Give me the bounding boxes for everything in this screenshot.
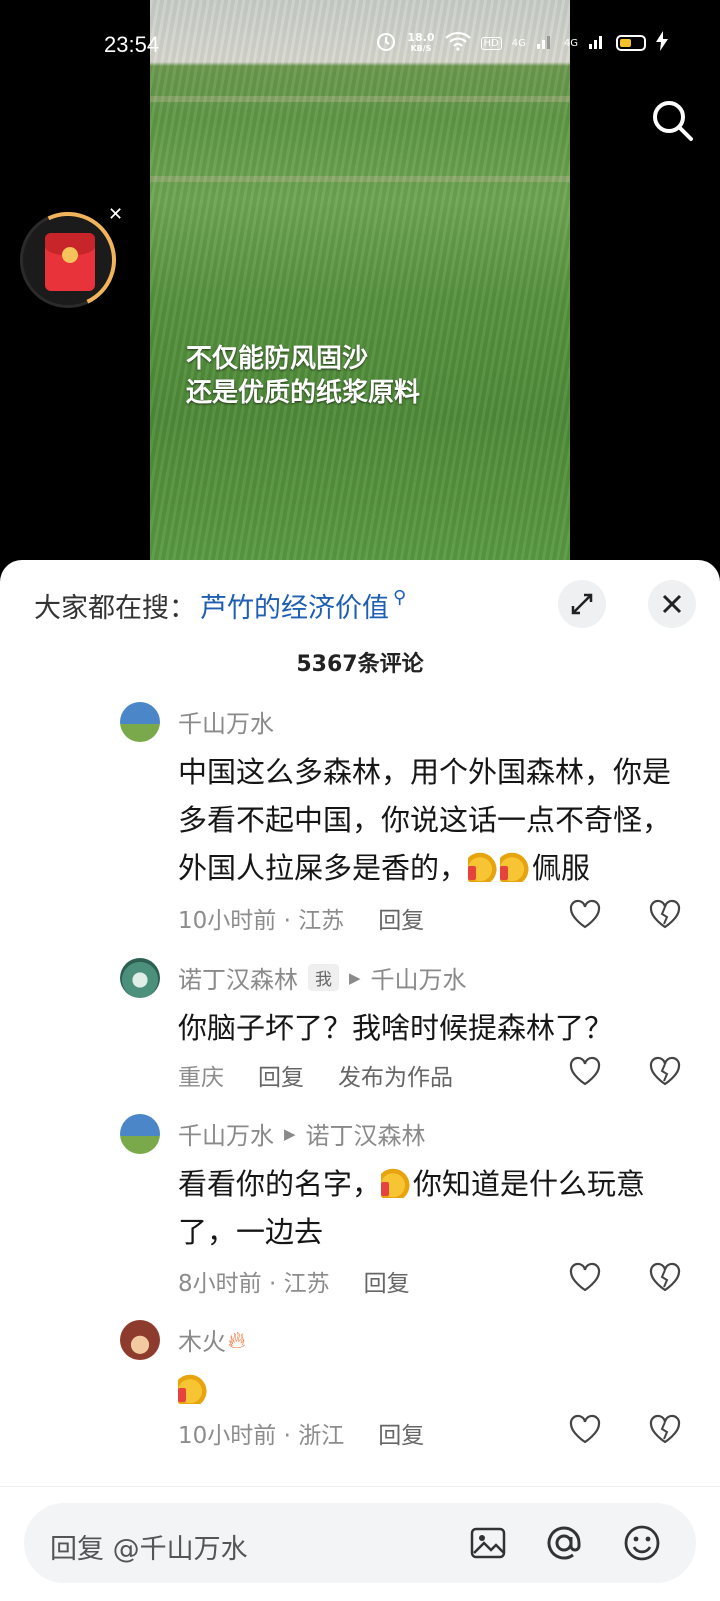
fire-icon: 🔥︎ (228, 1325, 246, 1354)
battery-icon (616, 35, 646, 51)
comment-meta: 10小时前 · 浙江 回复 (178, 1416, 424, 1450)
comment-text-part: 佩服 (532, 851, 591, 885)
broken-heart-icon[interactable] (648, 1261, 682, 1293)
reply-arrow-icon: ▶ (349, 968, 361, 987)
comment-username[interactable]: 千山万水 (178, 704, 274, 739)
heart-icon[interactable] (568, 1261, 602, 1293)
trending-term[interactable]: 芦竹的经济价值 (200, 586, 389, 625)
status-icons: 18.0 KB/S HD 4G 4G (375, 30, 668, 56)
thumbs-up-icon (500, 850, 531, 882)
image-icon[interactable] (468, 1523, 508, 1563)
reply-button[interactable]: 回复 (378, 901, 424, 935)
avatar[interactable] (120, 958, 160, 998)
trending-search[interactable]: 大家都在搜： 芦竹的经济价值 ⚲ (34, 586, 406, 625)
comment-text: 中国这么多森林，用个外国森林，你是多看不起中国，你说这话一点不奇怪，外国人拉屎多… (178, 748, 698, 892)
search-button[interactable] (650, 98, 696, 144)
comment-count: 5367条评论 (296, 652, 424, 677)
avatar[interactable] (120, 1114, 160, 1154)
wifi-icon (444, 31, 471, 55)
at-icon[interactable] (544, 1523, 584, 1563)
net-speed: 18.0 KB/S (407, 32, 434, 54)
alarm-icon (375, 30, 397, 56)
heart-icon[interactable] (568, 1413, 602, 1445)
comment-username[interactable]: 千山万水 ▶ 诺丁汉森林 (178, 1116, 426, 1151)
username-text: 诺丁汉森林 (178, 966, 298, 994)
caption-line-1: 不仅能防风固沙 (186, 344, 369, 374)
username-text: 木火 (178, 1328, 226, 1356)
close-icon (662, 594, 682, 614)
reply-placeholder: 回复 @千山万水 (50, 1534, 248, 1565)
reply-button[interactable]: 回复 (258, 1058, 304, 1092)
status-time: 23:54 (104, 32, 160, 57)
expand-icon (571, 593, 593, 615)
broken-heart-icon[interactable] (648, 1413, 682, 1445)
close-button[interactable] (648, 580, 696, 628)
comment-text (178, 1366, 698, 1414)
expand-button[interactable] (558, 580, 606, 628)
net-speed-unit: KB/S (410, 44, 432, 53)
heart-icon[interactable] (568, 1055, 602, 1087)
username-text: 千山万水 (178, 1122, 274, 1150)
close-icon[interactable]: ✕ (108, 204, 123, 225)
thumbs-up-icon (468, 850, 499, 882)
reply-bar: 回复 @千山万水 (0, 1486, 720, 1601)
reply-button[interactable]: 回复 (378, 1416, 424, 1450)
reply-to-username[interactable]: 诺丁汉森林 (306, 1116, 426, 1151)
comment-text-part: 中国这么多森林，用个外国森林，你是多看不起中国，你说这话一点不奇怪，外国人拉屎多… (178, 755, 672, 885)
comment-text-part: 看看你的名字， (178, 1167, 382, 1201)
video-caption: 不仅能防风固沙 还是优质的纸浆原料 (186, 342, 420, 410)
red-envelope-widget[interactable] (6, 198, 130, 322)
username-text: 千山万水 (178, 710, 274, 738)
avatar[interactable] (120, 1320, 160, 1360)
comment-text: 看看你的名字， 你知道是什么玩意了，一边去 (178, 1160, 698, 1256)
caption-line-2: 还是优质的纸浆原料 (186, 378, 421, 408)
comment-time-location: 8小时前 · 江苏 (178, 1271, 330, 1297)
search-icon: ⚲ (393, 587, 407, 608)
comment-text: 你脑子坏了？我啥时候提森林了？ (178, 1011, 614, 1045)
net-speed-value: 18.0 (407, 31, 435, 44)
thumbs-up-icon (178, 1372, 208, 1404)
signal-icon (536, 32, 554, 54)
comment-meta: 重庆 回复 发布为作品 (178, 1058, 453, 1092)
hd-badge: HD (480, 36, 502, 50)
comment-username[interactable]: 诺丁汉森林 我 ▶ 千山万水 (178, 960, 467, 995)
reply-button[interactable]: 回复 (364, 1264, 410, 1298)
thumbs-up-icon (381, 1166, 412, 1198)
publish-as-work-button[interactable]: 发布为作品 (338, 1058, 453, 1092)
red-envelope-icon (45, 233, 95, 291)
charging-icon (656, 31, 668, 55)
comment-meta: 10小时前 · 江苏 回复 (178, 901, 424, 935)
comment-location: 重庆 (178, 1065, 224, 1091)
comment-username[interactable]: 木火 🔥︎ (178, 1322, 246, 1357)
broken-heart-icon[interactable] (648, 1055, 682, 1087)
signal-icon (588, 32, 606, 54)
reply-input[interactable]: 回复 @千山万水 (24, 1503, 696, 1583)
broken-heart-icon[interactable] (648, 898, 682, 930)
emoji-icon[interactable] (622, 1523, 662, 1563)
status-bar: 23:54 18.0 KB/S HD 4G 4G (0, 0, 720, 90)
me-badge: 我 (308, 964, 339, 991)
reply-to-username[interactable]: 千山万水 (371, 960, 467, 995)
heart-icon[interactable] (568, 898, 602, 930)
comment-sheet: 大家都在搜： 芦竹的经济价值 ⚲ 5367条评论 千山万水 中国这么多森林，用个… (0, 560, 720, 1600)
comment-meta: 8小时前 · 江苏 回复 (178, 1264, 410, 1298)
reply-arrow-icon: ▶ (284, 1124, 296, 1143)
trending-prefix: 大家都在搜： (34, 593, 196, 624)
comment-time-location: 10小时前 · 江苏 (178, 908, 345, 934)
avatar[interactable] (120, 702, 160, 742)
search-icon (653, 101, 693, 141)
signal-label-2: 4G (563, 37, 578, 49)
comment-time-location: 10小时前 · 浙江 (178, 1423, 345, 1449)
signal-label-1: 4G (511, 37, 526, 49)
